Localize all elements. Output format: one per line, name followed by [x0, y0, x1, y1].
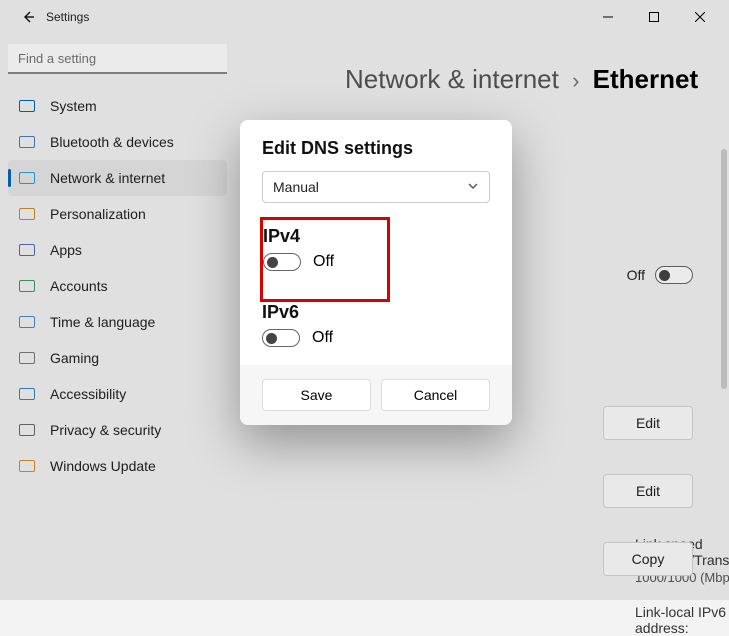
- sidebar-icon: [18, 133, 36, 151]
- sidebar-icon: [18, 205, 36, 223]
- metered-off-label: Off: [627, 267, 645, 283]
- maximize-button[interactable]: [631, 0, 677, 34]
- sidebar-item-label: Accounts: [50, 278, 108, 294]
- sidebar-icon: [18, 457, 36, 475]
- sidebar-item-apps[interactable]: Apps: [8, 232, 227, 268]
- ipv6-label: IPv6: [262, 302, 490, 323]
- minimize-button[interactable]: [585, 0, 631, 34]
- chevron-down-icon: [467, 179, 479, 195]
- close-button[interactable]: [677, 0, 723, 34]
- sidebar-icon: [18, 385, 36, 403]
- sidebar-item-time-language[interactable]: Time & language: [8, 304, 227, 340]
- titlebar: Settings: [0, 0, 729, 34]
- ipv4-label: IPv4: [263, 226, 377, 247]
- sidebar-item-label: Apps: [50, 242, 82, 258]
- metered-toggle[interactable]: [655, 266, 693, 284]
- search-input[interactable]: [8, 44, 227, 74]
- save-button[interactable]: Save: [262, 379, 371, 411]
- sidebar-item-label: Privacy & security: [50, 422, 161, 438]
- sidebar-icon: [18, 277, 36, 295]
- back-button[interactable]: [14, 3, 42, 31]
- breadcrumb-parent[interactable]: Network & internet: [345, 64, 559, 94]
- highlight-box: IPv4 Off: [260, 217, 390, 302]
- ipv6-toggle[interactable]: [262, 329, 300, 347]
- sidebar-icon: [18, 313, 36, 331]
- sidebar-item-accounts[interactable]: Accounts: [8, 268, 227, 304]
- ipv4-toggle[interactable]: [263, 253, 301, 271]
- edit-dns-dialog: Edit DNS settings Manual IPv4 Off IPv6 O…: [240, 120, 512, 425]
- edit-dns-button[interactable]: Edit: [603, 474, 693, 508]
- sidebar-item-windows-update[interactable]: Windows Update: [8, 448, 227, 484]
- sidebar-icon: [18, 421, 36, 439]
- sidebar: System Bluetooth & devices Network & inter…: [0, 34, 235, 600]
- sidebar-item-label: Network & internet: [50, 170, 165, 186]
- scrollbar[interactable]: [721, 149, 727, 389]
- copy-button[interactable]: Copy: [603, 542, 693, 576]
- sidebar-item-gaming[interactable]: Gaming: [8, 340, 227, 376]
- sidebar-icon: [18, 169, 36, 187]
- sidebar-icon: [18, 241, 36, 259]
- sidebar-item-label: Time & language: [50, 314, 155, 330]
- sidebar-item-label: Gaming: [50, 350, 99, 366]
- sidebar-item-privacy-security[interactable]: Privacy & security: [8, 412, 227, 448]
- chevron-right-icon: ›: [566, 68, 585, 93]
- sidebar-item-personalization[interactable]: Personalization: [8, 196, 227, 232]
- breadcrumb-current: Ethernet: [593, 64, 698, 94]
- dialog-title: Edit DNS settings: [262, 138, 490, 159]
- sidebar-item-label: Bluetooth & devices: [50, 134, 174, 150]
- cancel-button[interactable]: Cancel: [381, 379, 490, 411]
- sidebar-item-bluetooth-devices[interactable]: Bluetooth & devices: [8, 124, 227, 160]
- sidebar-item-label: System: [50, 98, 97, 114]
- dns-mode-select[interactable]: Manual: [262, 171, 490, 203]
- dns-mode-value: Manual: [273, 179, 319, 195]
- sidebar-item-label: Accessibility: [50, 386, 126, 402]
- sidebar-item-label: Personalization: [50, 206, 146, 222]
- breadcrumb: Network & internet › Ethernet: [345, 64, 709, 95]
- ipv6-address-label: Link-local IPv6 address:: [635, 604, 729, 636]
- sidebar-item-system[interactable]: System: [8, 88, 227, 124]
- ipv6-state: Off: [312, 329, 333, 347]
- window-title: Settings: [46, 10, 89, 24]
- ipv4-state: Off: [313, 253, 334, 271]
- sidebar-icon: [18, 97, 36, 115]
- sidebar-item-label: Windows Update: [50, 458, 156, 474]
- sidebar-item-accessibility[interactable]: Accessibility: [8, 376, 227, 412]
- sidebar-icon: [18, 349, 36, 367]
- sidebar-item-network-internet[interactable]: Network & internet: [8, 160, 227, 196]
- edit-ip-button[interactable]: Edit: [603, 406, 693, 440]
